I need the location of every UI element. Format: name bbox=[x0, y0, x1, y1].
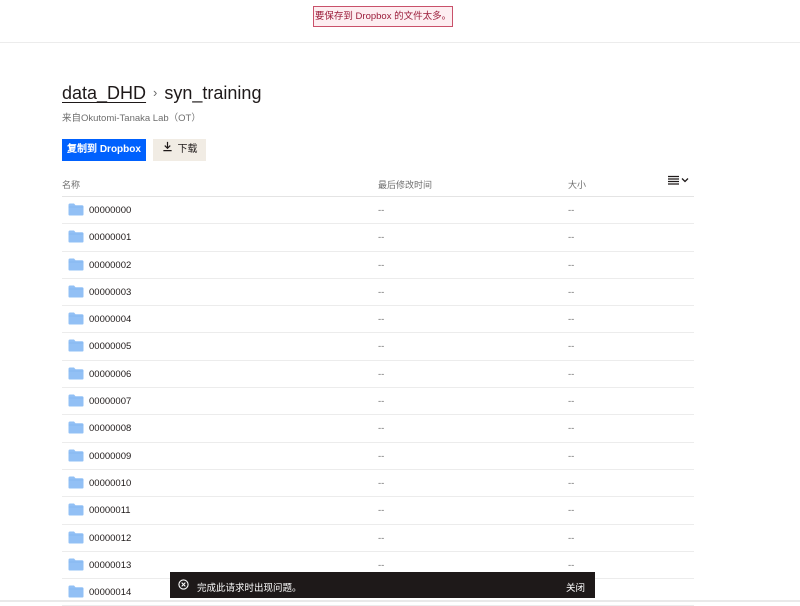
size-value: -- bbox=[568, 396, 575, 408]
file-name[interactable]: 00000006 bbox=[89, 369, 131, 380]
file-name[interactable]: 00000001 bbox=[89, 232, 131, 243]
folder-icon bbox=[68, 203, 84, 219]
folder-icon bbox=[68, 285, 84, 301]
file-name[interactable]: 00000011 bbox=[89, 505, 131, 516]
file-name[interactable]: 00000009 bbox=[89, 451, 131, 462]
table-row[interactable]: 00000009 -- -- bbox=[62, 443, 694, 470]
column-header-modified[interactable]: 最后修改时间 bbox=[378, 178, 432, 191]
folder-icon bbox=[68, 421, 84, 437]
copy-to-dropbox-button[interactable]: 复制到 Dropbox bbox=[62, 139, 146, 161]
file-name[interactable]: 00000005 bbox=[89, 341, 131, 352]
modified-value: -- bbox=[378, 559, 385, 571]
page-title: syn_training bbox=[164, 83, 262, 103]
top-bar: 要保存到 Dropbox 的文件太多。 bbox=[0, 0, 800, 43]
folder-icon bbox=[68, 503, 84, 519]
table-row[interactable]: 00000001 -- -- bbox=[62, 224, 694, 252]
table-row[interactable]: 00000006 -- -- bbox=[62, 361, 694, 389]
modified-value: -- bbox=[378, 286, 385, 298]
column-header-size[interactable]: 大小 bbox=[568, 178, 586, 191]
folder-icon bbox=[68, 531, 84, 547]
file-name[interactable]: 00000002 bbox=[89, 260, 131, 271]
shared-from-label: 来自Okutomi-Tanaka Lab（OT） bbox=[62, 113, 201, 124]
list-view-icon bbox=[668, 175, 679, 185]
download-button[interactable]: 下载 bbox=[153, 139, 206, 161]
breadcrumb: data_DHD › syn_training bbox=[62, 83, 261, 104]
breadcrumb-separator: › bbox=[153, 85, 158, 100]
size-value: -- bbox=[568, 423, 575, 435]
download-label: 下载 bbox=[177, 144, 198, 155]
file-name[interactable]: 00000000 bbox=[89, 205, 131, 216]
file-name[interactable]: 00000013 bbox=[89, 560, 131, 571]
modified-value: -- bbox=[378, 450, 385, 462]
table-row[interactable]: 00000012 -- -- bbox=[62, 525, 694, 552]
modified-value: -- bbox=[378, 477, 385, 489]
size-value: -- bbox=[568, 314, 575, 326]
file-name[interactable]: 00000004 bbox=[89, 314, 131, 325]
folder-icon bbox=[68, 585, 84, 601]
modified-value: -- bbox=[378, 396, 385, 408]
size-value: -- bbox=[568, 232, 575, 244]
folder-icon bbox=[68, 339, 84, 355]
file-name[interactable]: 00000003 bbox=[89, 287, 131, 298]
file-name[interactable]: 00000012 bbox=[89, 533, 131, 544]
size-value: -- bbox=[568, 368, 575, 380]
size-value: -- bbox=[568, 450, 575, 462]
modified-value: -- bbox=[378, 232, 385, 244]
modified-value: -- bbox=[378, 505, 385, 517]
file-name[interactable]: 00000008 bbox=[89, 423, 131, 434]
toast-message: 完成此请求时出现问题。 bbox=[197, 583, 302, 594]
size-value: -- bbox=[568, 477, 575, 489]
file-table: 名称 最后修改时间 大小 00000000 -- -- 00000001 -- -- 000… bbox=[62, 170, 694, 606]
folder-icon bbox=[68, 367, 84, 383]
file-list: 00000000 -- -- 00000001 -- -- 00000002 -- -- 0000… bbox=[62, 197, 694, 606]
table-row[interactable]: 00000000 -- -- bbox=[62, 197, 694, 225]
file-name[interactable]: 00000010 bbox=[89, 478, 131, 489]
modified-value: -- bbox=[378, 205, 385, 216]
table-row[interactable]: 00000007 -- -- bbox=[62, 388, 694, 416]
size-value: -- bbox=[568, 505, 575, 517]
modified-value: -- bbox=[378, 259, 385, 271]
table-row[interactable]: 00000005 -- -- bbox=[62, 333, 694, 361]
table-row[interactable]: 00000008 -- -- bbox=[62, 415, 694, 443]
breadcrumb-parent-link[interactable]: data_DHD bbox=[62, 83, 146, 104]
download-icon bbox=[162, 139, 173, 161]
table-row[interactable]: 00000004 -- -- bbox=[62, 306, 694, 334]
view-toggle-button[interactable] bbox=[668, 175, 689, 185]
error-toast: 完成此请求时出现问题。 关闭 bbox=[170, 572, 595, 598]
size-value: -- bbox=[568, 259, 575, 271]
folder-icon bbox=[68, 312, 84, 328]
folder-icon bbox=[68, 230, 84, 246]
chevron-down-icon bbox=[681, 178, 689, 183]
table-row[interactable]: 00000010 -- -- bbox=[62, 470, 694, 498]
file-name[interactable]: 00000014 bbox=[89, 587, 131, 598]
folder-icon bbox=[68, 258, 84, 274]
folder-icon bbox=[68, 558, 84, 574]
folder-icon bbox=[68, 394, 84, 410]
modified-value: -- bbox=[378, 423, 385, 435]
modified-value: -- bbox=[378, 341, 385, 353]
table-row[interactable]: 00000002 -- -- bbox=[62, 252, 694, 279]
size-value: -- bbox=[568, 286, 575, 298]
error-circle-icon bbox=[178, 579, 189, 593]
modified-value: -- bbox=[378, 532, 385, 544]
column-header-name[interactable]: 名称 bbox=[62, 178, 80, 191]
table-row[interactable]: 00000011 -- -- bbox=[62, 497, 694, 525]
size-value: -- bbox=[568, 559, 575, 571]
modified-value: -- bbox=[378, 314, 385, 326]
size-value: -- bbox=[568, 205, 575, 216]
toast-close-button[interactable]: 关闭 bbox=[566, 580, 585, 594]
table-row[interactable]: 00000003 -- -- bbox=[62, 279, 694, 307]
error-banner: 要保存到 Dropbox 的文件太多。 bbox=[313, 6, 453, 27]
folder-icon bbox=[68, 449, 84, 465]
size-value: -- bbox=[568, 341, 575, 353]
table-header: 名称 最后修改时间 大小 bbox=[62, 170, 694, 197]
modified-value: -- bbox=[378, 368, 385, 380]
file-name[interactable]: 00000007 bbox=[89, 396, 131, 407]
size-value: -- bbox=[568, 532, 575, 544]
folder-icon bbox=[68, 476, 84, 492]
